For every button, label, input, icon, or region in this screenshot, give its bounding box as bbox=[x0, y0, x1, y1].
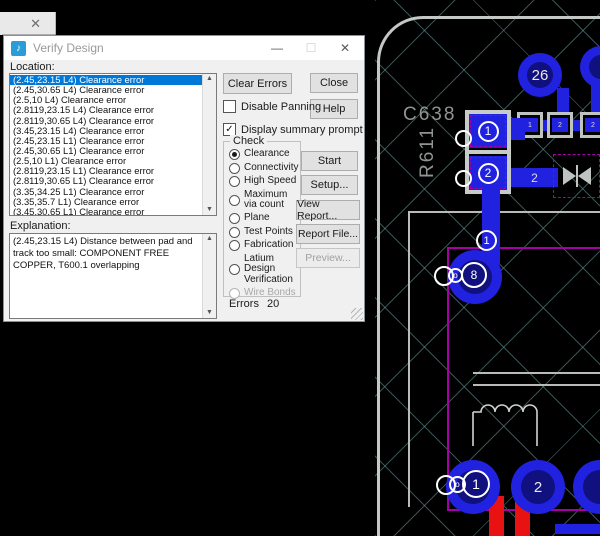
scroll-down-icon[interactable]: ▼ bbox=[206, 309, 213, 317]
resize-grip[interactable] bbox=[351, 308, 363, 320]
scroll-up-icon[interactable]: ▲ bbox=[206, 75, 213, 83]
display-summary-label: Display summary prompt bbox=[241, 124, 363, 136]
bottom-marker-glyph: 1 bbox=[472, 476, 480, 492]
check-groupbox: Check Clearance Connectivity High Speed … bbox=[223, 141, 301, 297]
blue-bar-2: 2 bbox=[511, 168, 558, 187]
disable-panning-label: Disable Panning bbox=[241, 101, 321, 113]
keepout-line-top bbox=[447, 247, 600, 249]
round-pad-26[interactable]: 26 bbox=[518, 53, 562, 97]
radio-icon[interactable] bbox=[229, 149, 240, 160]
maximize-button[interactable]: ☐ bbox=[294, 36, 328, 60]
blue-bar-2-label: 2 bbox=[531, 171, 538, 185]
pad-26-label: 26 bbox=[532, 67, 549, 84]
smd-pad-2[interactable]: 2 bbox=[547, 112, 573, 138]
smd-pad-3-num: 2 bbox=[591, 122, 595, 129]
setup-button[interactable]: Setup... bbox=[301, 175, 358, 195]
scroll-down-icon[interactable]: ▼ bbox=[206, 206, 213, 214]
errors-count-row: Errors 20 bbox=[229, 298, 279, 310]
error-marker-ring-a bbox=[455, 130, 472, 147]
component-outline-v bbox=[408, 211, 410, 507]
component-r611[interactable]: 1 2 bbox=[465, 110, 511, 194]
error-item[interactable]: (3.45,30.65 L1) Clearance error bbox=[10, 207, 202, 215]
clear-errors-button[interactable]: Clear Errors bbox=[223, 73, 292, 94]
location-label: Location: bbox=[10, 61, 55, 73]
checkbox-icon[interactable] bbox=[223, 100, 236, 113]
explanation-box[interactable]: (2.45,23.15 L4) Distance between pad and… bbox=[9, 233, 217, 319]
radio-connectivity[interactable]: Connectivity bbox=[229, 163, 298, 174]
dialog-titlebar[interactable]: ♪ Verify Design — ☐ ✕ bbox=[4, 36, 364, 60]
app-icon: ♪ bbox=[11, 41, 26, 56]
mid-marker-ring-3: 8 bbox=[461, 262, 487, 288]
close-button[interactable]: Close bbox=[310, 73, 358, 93]
keepout-line-left bbox=[447, 247, 449, 511]
radio-maximum-via-count[interactable]: Maximum via count bbox=[229, 190, 298, 211]
radio-icon[interactable] bbox=[229, 195, 240, 206]
errors-count-label: Errors bbox=[229, 298, 259, 310]
errors-count-value: 20 bbox=[267, 298, 279, 310]
radio-high-speed[interactable]: High Speed bbox=[229, 176, 298, 187]
app-window: ✕ C638 R611 26 1 2 bbox=[0, 0, 600, 536]
explanation-text: (2.45,23.15 L4) Distance between pad and… bbox=[10, 234, 202, 318]
check-group-label: Check bbox=[230, 135, 267, 147]
start-button[interactable]: Start bbox=[301, 151, 358, 171]
smd-pad-2-num: 2 bbox=[558, 122, 562, 129]
guide-line-1 bbox=[473, 372, 600, 374]
radio-wire-bonds: Wire Bonds bbox=[229, 288, 298, 299]
inductor-symbol bbox=[469, 398, 541, 450]
bottom-pad-2-label: 2 bbox=[534, 479, 542, 496]
radio-test-points[interactable]: Test Points bbox=[229, 227, 298, 238]
document-tab[interactable]: ✕ bbox=[0, 12, 56, 35]
bottom-marker-ring-3: 1 bbox=[462, 470, 490, 498]
component-outline-h bbox=[408, 211, 600, 213]
report-file-button[interactable]: Report File... bbox=[296, 224, 360, 244]
radio-icon[interactable] bbox=[229, 227, 240, 238]
radio-icon bbox=[229, 288, 240, 299]
mid-marker-glyph: 8 bbox=[471, 268, 478, 282]
disable-panning-checkbox[interactable]: Disable Panning bbox=[223, 100, 321, 113]
bottom-right-trace bbox=[555, 524, 600, 534]
explanation-scrollbar[interactable]: ▲ ▼ bbox=[202, 234, 216, 318]
tab-close-icon[interactable]: ✕ bbox=[30, 17, 41, 30]
preview-button[interactable]: Preview... bbox=[296, 248, 360, 268]
r611-pin-2: 2 bbox=[478, 163, 499, 184]
radio-fabrication[interactable]: Fabrication bbox=[229, 240, 298, 251]
radio-icon[interactable] bbox=[229, 240, 240, 251]
smd-pad-1-num: 1 bbox=[528, 122, 532, 129]
list-scrollbar[interactable]: ▲ ▼ bbox=[202, 74, 216, 215]
verify-design-dialog: ♪ Verify Design — ☐ ✕ Location: (2.45,23… bbox=[3, 35, 365, 322]
diode-symbol bbox=[553, 154, 600, 198]
guide-line-2 bbox=[473, 384, 600, 386]
explanation-label: Explanation: bbox=[10, 220, 71, 232]
r611-pin-1: 1 bbox=[478, 121, 499, 142]
close-window-icon[interactable]: ✕ bbox=[328, 36, 362, 60]
r611-stub-right bbox=[509, 118, 525, 140]
pcb-canvas[interactable]: C638 R611 26 1 2 2 bbox=[375, 0, 600, 536]
scroll-up-icon[interactable]: ▲ bbox=[206, 235, 213, 243]
silkscreen-ref-c638: C638 bbox=[403, 104, 456, 126]
smd-pad-3[interactable]: 2 bbox=[580, 112, 600, 138]
radio-icon[interactable] bbox=[229, 163, 240, 174]
bottom-pad-2[interactable]: 2 bbox=[511, 460, 565, 514]
mid-marker-one-glyph: 1 bbox=[483, 235, 489, 247]
radio-plane[interactable]: Plane bbox=[229, 213, 298, 224]
error-listbox[interactable]: (2.45,23.15 L4) Clearance error (2.45,30… bbox=[9, 73, 217, 216]
radio-icon[interactable] bbox=[229, 213, 240, 224]
error-marker-ring-b bbox=[455, 170, 472, 187]
silkscreen-ref-r611: R611 bbox=[417, 126, 439, 178]
radio-icon[interactable] bbox=[229, 176, 240, 187]
mid-marker-ring-4: 1 bbox=[476, 230, 497, 251]
dialog-title: Verify Design bbox=[33, 41, 104, 55]
view-report-button[interactable]: View Report... bbox=[296, 200, 360, 220]
radio-latium-design-verification[interactable]: Latium Design Verification bbox=[229, 254, 298, 286]
radio-icon[interactable] bbox=[229, 264, 240, 275]
minimize-button[interactable]: — bbox=[260, 36, 294, 60]
radio-clearance[interactable]: Clearance bbox=[229, 149, 298, 160]
